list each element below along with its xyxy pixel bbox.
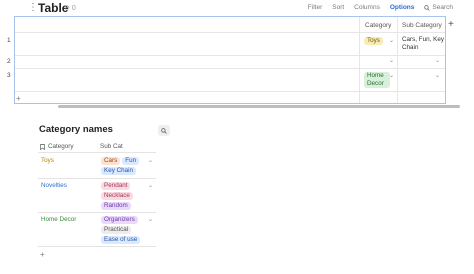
category-name-cell[interactable]: Home Decor	[41, 216, 76, 223]
row-number: 1	[7, 37, 11, 44]
category-name-cell[interactable]: Toys	[41, 157, 54, 164]
table-header: ⋮ Table ⊖ 0 Filter Sort Columns Options …	[0, 0, 474, 16]
chevron-down-icon[interactable]: ⌄	[148, 182, 153, 189]
row-number: 3	[7, 72, 11, 79]
data-grid: Category Sub Category 1 Toys ⌄ Cars, Fun…	[7, 16, 446, 104]
horizontal-scrollbar[interactable]	[58, 105, 460, 108]
link-icon: ⊖	[64, 5, 70, 12]
sub-cat-chip: Organizers	[101, 216, 138, 224]
category-name-cell[interactable]: Novelties	[41, 182, 67, 189]
sort-button[interactable]: Sort	[327, 4, 349, 11]
sub-category-cell[interactable]: Cars, Fun, Key Chain	[402, 36, 444, 52]
drag-handle-icon[interactable]: ⋮	[28, 3, 38, 13]
sub-cat-chip: Practical	[101, 226, 132, 234]
sub-cat-column-header[interactable]: Sub Cat	[100, 143, 123, 150]
linked-views-number: 0	[71, 4, 76, 12]
chevron-down-icon[interactable]: ⌄	[148, 157, 153, 164]
grid-row-line	[15, 91, 445, 92]
search-button[interactable]: Search	[419, 4, 458, 11]
sub-cat-chip: Ease of use	[101, 236, 141, 244]
sub-cat-chip: Random	[101, 202, 131, 210]
category-search-button[interactable]	[158, 125, 170, 136]
chevron-down-icon[interactable]: ⌄	[435, 72, 440, 79]
chevron-down-icon[interactable]: ⌄	[435, 57, 440, 64]
row-number: 2	[7, 58, 11, 65]
grid-col-line	[359, 17, 360, 103]
bookmark-icon	[40, 143, 45, 150]
filter-button[interactable]: Filter	[303, 4, 327, 11]
table-toolbar: Filter Sort Columns Options Search	[303, 4, 458, 11]
category-header-label: Category	[48, 143, 74, 150]
sub-cat-chips[interactable]: Pendant Necklace Random	[101, 182, 133, 210]
sub-cat-chip: Fun	[122, 157, 140, 165]
search-label: Search	[432, 4, 453, 11]
add-row-plus-icon[interactable]: +	[16, 94, 21, 103]
add-column-plus-icon[interactable]: +	[448, 19, 454, 30]
chevron-down-icon[interactable]: ⌄	[389, 72, 394, 79]
add-category-plus-icon[interactable]: +	[40, 250, 45, 259]
table-divider	[38, 178, 156, 179]
category-chip[interactable]: Toys	[364, 37, 383, 45]
category-column-header[interactable]: Category	[40, 143, 74, 150]
grid-row-line	[15, 68, 445, 69]
linked-views-count[interactable]: ⊖ 0	[64, 4, 76, 13]
sub-cat-chips[interactable]: Cars Fun Key Chain	[101, 157, 140, 175]
column-header-category[interactable]: Category	[365, 22, 391, 29]
sub-cat-chip: Key Chain	[101, 167, 137, 175]
table-divider	[38, 212, 156, 213]
search-icon	[161, 127, 167, 134]
sub-cat-chip: Pendant	[101, 182, 131, 190]
grid-row-line	[15, 55, 445, 56]
grid-col-line	[397, 17, 398, 103]
column-header-sub-category[interactable]: Sub Category	[402, 22, 442, 29]
category-chip[interactable]: Home Decor	[364, 72, 390, 88]
grid-header-line	[15, 32, 445, 33]
category-names-title: Category names	[39, 124, 113, 135]
options-button[interactable]: Options	[385, 4, 420, 11]
sub-cat-chips[interactable]: Organizers Practical Ease of use	[101, 216, 141, 244]
chevron-down-icon[interactable]: ⌄	[148, 216, 153, 223]
search-icon	[424, 4, 431, 11]
sub-cat-chip: Necklace	[101, 192, 133, 200]
sub-cat-chip: Cars	[101, 157, 121, 165]
table-divider	[38, 152, 156, 153]
chevron-down-icon[interactable]: ⌄	[389, 57, 394, 64]
chevron-down-icon[interactable]: ⌄	[389, 37, 394, 44]
table-divider	[38, 246, 156, 247]
columns-button[interactable]: Columns	[349, 4, 385, 11]
